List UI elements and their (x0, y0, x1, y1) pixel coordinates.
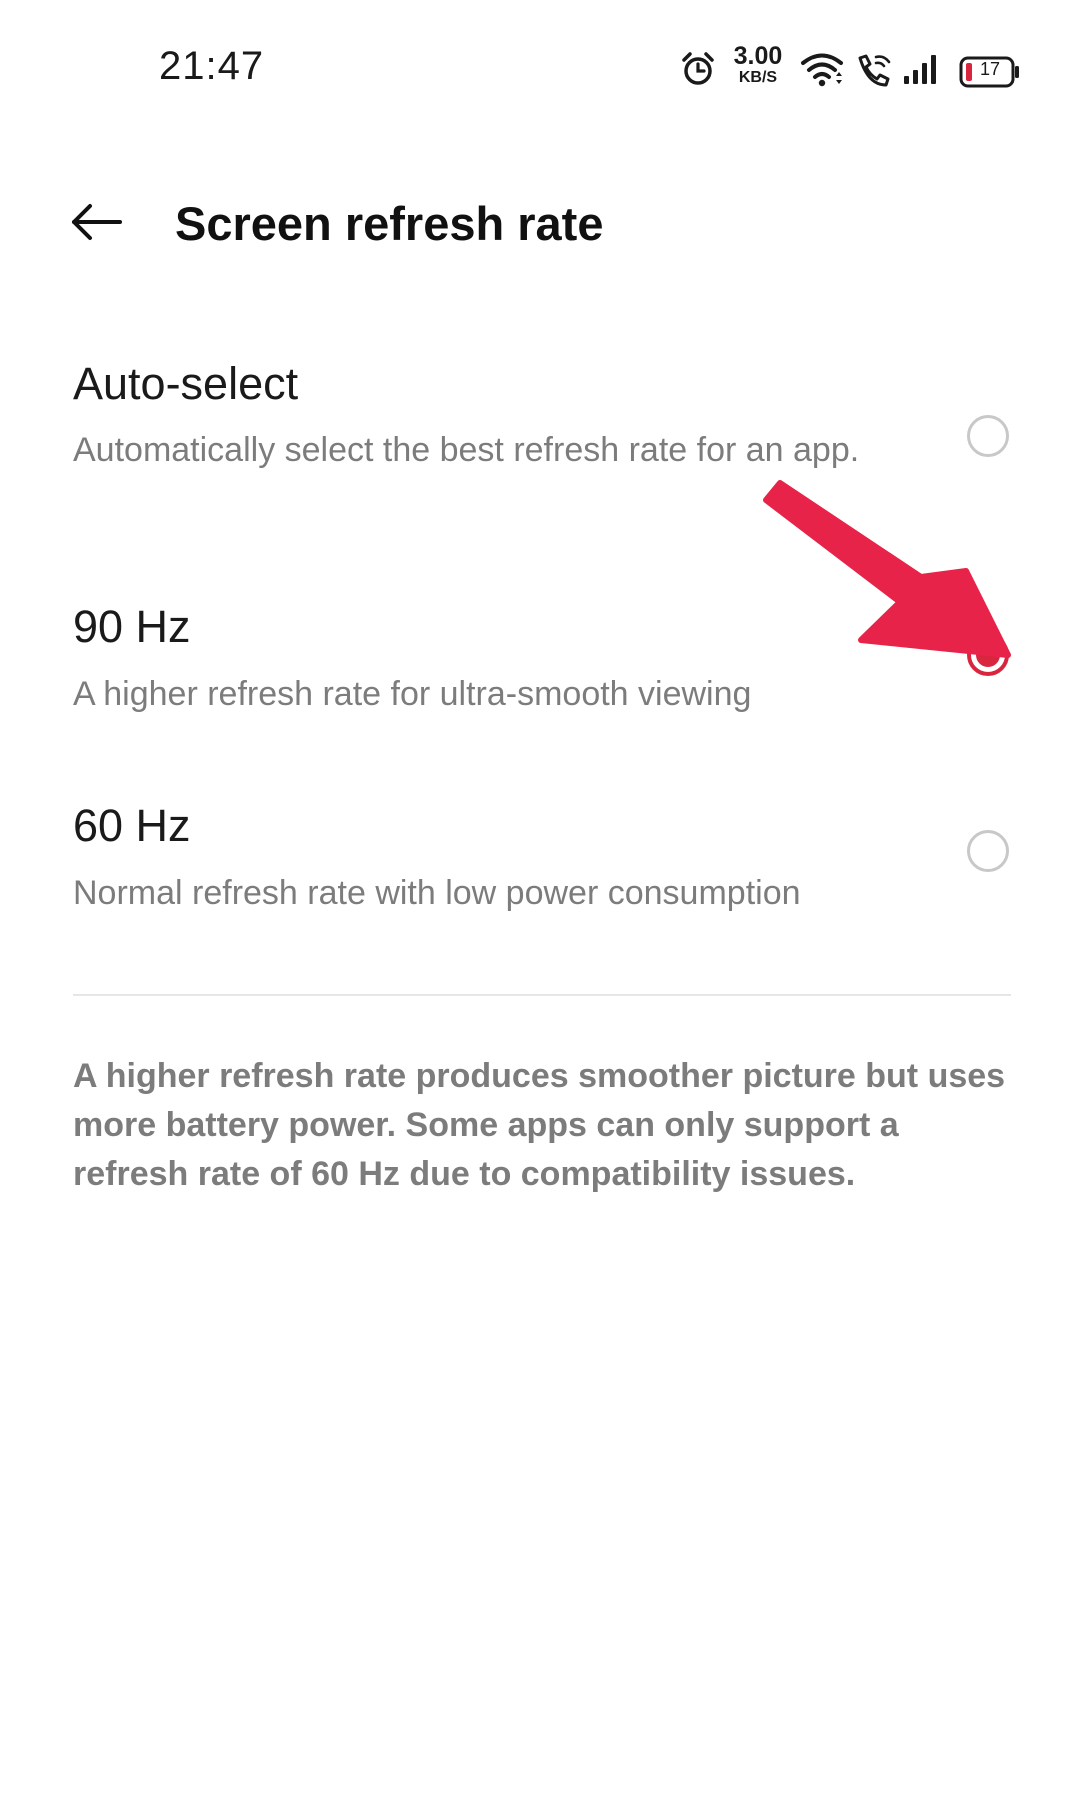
network-speed: 3.00 KB/S (730, 44, 786, 86)
network-speed-value: 3.00 (733, 42, 783, 70)
option-description: Automatically select the best refresh ra… (73, 431, 860, 469)
option-auto-select[interactable]: Auto-select Automatically select the bes… (0, 340, 1080, 530)
wifi-icon (801, 53, 843, 87)
app-header: Screen refresh rate (0, 170, 1080, 270)
option-90hz[interactable]: 90 Hz A higher refresh rate for ultra-sm… (0, 585, 1080, 725)
wifi-call-icon (858, 54, 891, 87)
radio-auto-select[interactable] (967, 415, 1009, 457)
option-description: Normal refresh rate with low power consu… (73, 874, 801, 912)
option-description: A higher refresh rate for ultra-smooth v… (73, 675, 752, 713)
option-title: 60 Hz (73, 800, 191, 851)
status-time: 21:47 (159, 44, 265, 88)
radio-90hz[interactable] (967, 634, 1009, 676)
network-speed-unit: KB/S (738, 69, 778, 86)
footnote-text: A higher refresh rate produces smoother … (73, 1057, 1006, 1193)
signal-icon (904, 55, 936, 84)
option-title: 90 Hz (73, 601, 191, 652)
divider (73, 994, 1011, 996)
radio-60hz[interactable] (967, 830, 1009, 872)
battery-level: 17 (979, 59, 1001, 79)
page-title: Screen refresh rate (175, 197, 604, 250)
alarm-icon (682, 52, 714, 85)
status-bar: 21:47 3.00 KB/S 17 (0, 0, 1080, 140)
arrow-left-icon (72, 204, 122, 240)
option-title: Auto-select (73, 358, 299, 409)
back-button[interactable] (56, 186, 136, 258)
option-60hz[interactable]: 60 Hz Normal refresh rate with low power… (0, 780, 1080, 920)
